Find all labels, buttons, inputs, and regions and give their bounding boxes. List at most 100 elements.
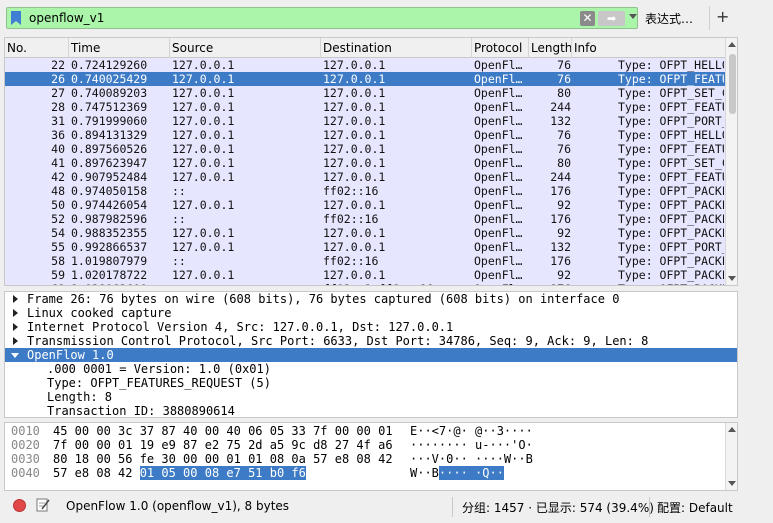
add-filter-button-icon[interactable]: +	[716, 7, 729, 27]
packet-row[interactable]: 22 0.724129260 127.0.0.1 127.0.0.1 OpenFl… 76…	[5, 58, 725, 72]
cell-len: 132	[550, 114, 571, 128]
column-header-length[interactable]: Length	[531, 41, 572, 55]
packet-row[interactable]: 52 0.987982596:: ff02::16 OpenFl… 176 Type: O…	[5, 212, 725, 226]
cell-dst: 127.0.0.1	[323, 142, 386, 156]
column-separator[interactable]	[528, 38, 529, 58]
cell-no: 40	[51, 142, 65, 156]
hex-row[interactable]: 0010 45 00 00 3c 37 87 40 00 40 06 05 33…	[5, 424, 725, 438]
cell-info: Type: OFPT_PACKET_IN	[618, 212, 724, 226]
packet-row[interactable]: 50 0.974426054 127.0.0.1 127.0.0.1 OpenFl… 92…	[5, 198, 725, 212]
cell-no: 54	[51, 226, 65, 240]
packet-row[interactable]: 36 0.894131329 127.0.0.1 127.0.0.1 OpenFl… 76…	[5, 128, 725, 142]
cell-no: 36	[51, 128, 65, 142]
packet-row[interactable]: 26 0.740025429 127.0.0.1 127.0.0.1 OpenFl… 76…	[5, 72, 725, 86]
hex-row[interactable]: 0040 57 e8 08 42 01 05 00 08 e7 51 b0 f6…	[5, 466, 725, 480]
expand-arrow-icon[interactable]	[13, 309, 18, 317]
packet-row[interactable]: 58 1.019807979:: ff02::16 OpenFl… 176 Type: O…	[5, 254, 725, 268]
cell-proto: OpenFl…	[474, 170, 523, 184]
cell-info: Type: OFPT_PACKET_IN	[618, 282, 724, 285]
packet-row[interactable]: 42 0.907952484 127.0.0.1 127.0.0.1 OpenFl… 24…	[5, 170, 725, 184]
cell-dst: 127.0.0.1	[323, 100, 386, 114]
clear-filter-icon[interactable]: ✕	[580, 11, 595, 26]
packet-bytes[interactable]: 0010 45 00 00 3c 37 87 40 00 40 06 05 33…	[4, 422, 738, 491]
packet-row[interactable]: 28 0.747512369 127.0.0.1 127.0.0.1 OpenFl… 24…	[5, 100, 725, 114]
detail-tcp[interactable]: Transmission Control Protocol, Src Port:…	[5, 334, 737, 348]
column-header-no[interactable]: No.	[7, 41, 27, 55]
detail-openflow-type[interactable]: Type: OFPT_FEATURES_REQUEST (5)	[5, 376, 737, 390]
column-header-time[interactable]: Time	[71, 41, 100, 55]
expression-button[interactable]: 表达式…	[645, 10, 693, 27]
packet-row[interactable]: 59 1.020178722 127.0.0.1 127.0.0.1 OpenFl… 92…	[5, 268, 725, 282]
packet-bytes-scrollbar[interactable]	[725, 423, 737, 490]
display-filter-box[interactable]: ✕ ➡	[6, 7, 638, 29]
scroll-down-icon[interactable]	[728, 481, 736, 486]
scroll-up-icon[interactable]	[728, 427, 736, 432]
scroll-up-icon[interactable]	[728, 42, 736, 47]
column-header-protocol[interactable]: Protocol	[474, 41, 522, 55]
column-header-info[interactable]: Info	[574, 41, 597, 55]
status-selected-field: OpenFlow 1.0 (openflow_v1), 8 bytes	[66, 499, 290, 513]
cell-dst: 127.0.0.1	[323, 72, 386, 86]
packet-row[interactable]: 48 0.974050158:: ff02::16 OpenFl… 176 Type: O…	[5, 184, 725, 198]
scrollbar-thumb[interactable]	[729, 54, 736, 114]
toolbar-separator	[709, 6, 710, 30]
cell-no: 28	[51, 100, 65, 114]
detail-openflow[interactable]: OpenFlow 1.0	[5, 348, 737, 362]
expand-arrow-icon[interactable]	[13, 337, 18, 345]
column-header-source[interactable]: Source	[172, 41, 213, 55]
detail-openflow-xid[interactable]: Transaction ID: 3880890614	[5, 404, 737, 417]
packet-row[interactable]: 61 1.038063600::ff02::1:ff6c:c18OpenFl…17…	[5, 282, 725, 285]
packet-row[interactable]: 40 0.897560526 127.0.0.1 127.0.0.1 OpenFl… 76…	[5, 142, 725, 156]
packet-row[interactable]: 54 0.988352355 127.0.0.1 127.0.0.1 OpenFl… 92…	[5, 226, 725, 240]
cell-time: 0.987982596	[71, 212, 148, 226]
detail-frame[interactable]: Frame 26: 76 bytes on wire (608 bits), 7…	[5, 292, 737, 306]
collapse-arrow-icon[interactable]	[11, 353, 19, 358]
cell-info: Type: OFPT_PACKET_IN	[618, 184, 724, 198]
packet-row[interactable]: 55 0.992866537 127.0.0.1 127.0.0.1 OpenFl… 13…	[5, 240, 725, 254]
packet-list-scrollbar[interactable]	[725, 38, 737, 285]
detail-ipv4[interactable]: Internet Protocol Version 4, Src: 127.0.…	[5, 320, 737, 334]
column-separator[interactable]	[471, 38, 472, 58]
detail-openflow-version[interactable]: .000 0001 = Version: 1.0 (0x01)	[5, 362, 737, 376]
expert-info-icon[interactable]	[13, 499, 26, 512]
detail-linux-cooked[interactable]: Linux cooked capture	[5, 306, 737, 320]
column-header-destination[interactable]: Destination	[323, 41, 392, 55]
packet-row[interactable]: 41 0.897623947 127.0.0.1 127.0.0.1 OpenFl… 80…	[5, 156, 725, 170]
column-separator[interactable]	[169, 38, 170, 58]
detail-openflow-length[interactable]: Length: 8	[5, 390, 737, 404]
cell-len: 176	[550, 212, 571, 226]
hex-row[interactable]: 0030 80 18 00 56 fe 30 00 00 01 01 08 0a…	[5, 452, 725, 466]
expand-arrow-icon[interactable]	[13, 323, 18, 331]
column-separator[interactable]	[68, 38, 69, 58]
bookmark-icon[interactable]	[11, 11, 21, 25]
cell-proto: OpenFl…	[474, 128, 523, 142]
scroll-down-icon[interactable]	[728, 276, 736, 281]
cell-len: 92	[557, 268, 571, 282]
cell-src: 127.0.0.1	[172, 170, 235, 184]
cell-len: 76	[557, 142, 571, 156]
column-separator[interactable]	[320, 38, 321, 58]
column-separator[interactable]	[571, 38, 572, 58]
cell-proto: OpenFl…	[474, 226, 523, 240]
cell-info: Type: OFPT_SET_CONF…	[618, 156, 724, 170]
cell-src: 127.0.0.1	[172, 198, 235, 212]
filter-history-dropdown-icon[interactable]	[629, 14, 637, 19]
expand-arrow-icon[interactable]	[13, 295, 18, 303]
capture-comment-icon[interactable]	[36, 497, 50, 513]
packet-details[interactable]: Frame 26: 76 bytes on wire (608 bits), 7…	[4, 291, 738, 418]
selected-bytes: 01 05 00 08 e7 51 b0 f6	[139, 466, 306, 480]
cell-proto: OpenFl…	[474, 212, 523, 226]
cell-info: Type: OFPT_PACKET_O…	[618, 198, 724, 212]
apply-filter-icon[interactable]: ➡	[598, 11, 625, 26]
cell-proto: OpenFl…	[474, 156, 523, 170]
cell-proto: OpenFl…	[474, 86, 523, 100]
cell-time: 0.974050158	[71, 184, 148, 198]
display-filter-input[interactable]	[29, 10, 569, 26]
packet-row[interactable]: 27 0.740089203 127.0.0.1 127.0.0.1 OpenFl… 80…	[5, 86, 725, 100]
status-profile[interactable]: 配置: Default	[657, 499, 733, 516]
packet-row[interactable]: 31 0.791999060 127.0.0.1 127.0.0.1 OpenFl… 13…	[5, 114, 725, 128]
cell-no: 59	[51, 268, 65, 282]
cell-dst: 127.0.0.1	[323, 114, 386, 128]
hex-row[interactable]: 0020 7f 00 00 01 19 e9 87 e2 75 2d a5 9c…	[5, 438, 725, 452]
packet-list[interactable]: No. Time Source Destination Protocol Len…	[4, 37, 738, 286]
